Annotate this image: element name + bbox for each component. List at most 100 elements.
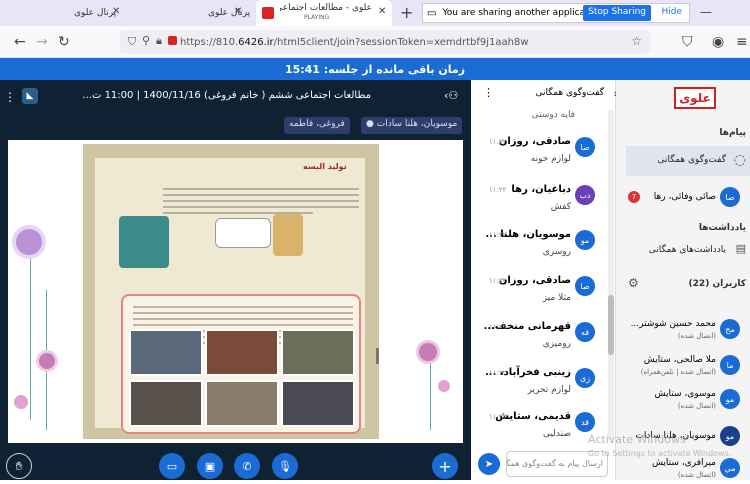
textbook-page: تولید البسه xyxy=(83,144,379,439)
chat-title: گفت‌وگوی همگانی xyxy=(535,88,604,98)
tab-title: پرتال علوی xyxy=(208,8,251,18)
slide-resize-handle[interactable] xyxy=(376,348,379,364)
avatar: ما xyxy=(720,355,740,375)
user-status: (اتصال شده) xyxy=(677,471,716,479)
browser-tab-bar: ✕ پرتال علوی ✕ پرتال علوی علوی - مطالعات… xyxy=(0,0,750,26)
user-name: ملا صالحی، ستایش xyxy=(643,355,716,365)
chat-message: صا صادقی، روزان ۱۱:۲۲ مثلا میز xyxy=(471,271,601,319)
screen-share-indicator-icon[interactable] xyxy=(168,36,177,45)
unread-badge: 7 xyxy=(628,191,640,203)
close-tab-icon[interactable]: ✕ xyxy=(378,6,386,17)
message-text: صندلیی xyxy=(542,429,571,439)
raise-hand-button[interactable]: ✋︎ xyxy=(6,453,32,479)
user-list-item[interactable]: ما ملا صالحی، ستایش (اتصال شده | تلفن‌هم… xyxy=(616,351,750,381)
menu-icon[interactable]: ≡ xyxy=(736,34,748,50)
microphone-button[interactable]: 🎙︎ xyxy=(272,453,298,479)
minimize-window-icon[interactable]: — xyxy=(700,5,712,19)
chat-message: قه قهرمانی منخف... ۱۱:۲۲ رومیزی xyxy=(471,317,601,365)
text-line xyxy=(163,200,359,202)
pocket-icon[interactable]: ⛉ xyxy=(682,34,693,50)
share-screen-button[interactable]: ▭ xyxy=(159,453,185,479)
avatar: زی xyxy=(575,368,595,388)
presentation-menu-icon[interactable]: ◣ xyxy=(22,88,38,104)
chat-scrollbar-thumb[interactable] xyxy=(608,295,614,355)
send-icon: ➤ xyxy=(484,458,494,470)
session-timer-text: زمان باقی مانده از جلسه: 15:41 xyxy=(284,62,466,76)
chat-header: ‹ گفت‌وگوی همگانی ⋮ xyxy=(471,80,618,106)
shared-notes-item[interactable]: ▤ یادداشت‌های همگانی xyxy=(626,218,750,255)
user-list-item[interactable]: مو موسویان، هلنا سادات xyxy=(616,422,750,452)
public-chat-label: گفت‌وگوی همگانی xyxy=(657,155,726,165)
message-time: ۱۱:۲۲ xyxy=(489,277,507,285)
avatar: قد xyxy=(575,412,595,432)
hide-notice-button[interactable]: Hide xyxy=(658,5,685,21)
public-chat-item[interactable]: ◌ گفت‌وگوی همگانی xyxy=(626,146,750,176)
private-chat-item[interactable]: صا صائی وفائی، رها 7 xyxy=(616,183,750,213)
avatar: صا xyxy=(575,137,595,157)
presenter-name: فروغی، فاطمه xyxy=(289,119,345,129)
reload-icon[interactable]: ↻ xyxy=(58,34,70,50)
plus-icon: + xyxy=(438,456,452,476)
flower-stem xyxy=(430,360,431,430)
text-line xyxy=(133,318,353,320)
tab-playing-label: PLAYING xyxy=(304,14,330,21)
avatar: مو xyxy=(720,426,740,446)
message-time: ۱۱:۲۲ xyxy=(489,186,507,194)
browser-tab[interactable]: ✕ پرتال علوی xyxy=(124,0,252,26)
lock-icon[interactable]: 🔒︎ xyxy=(156,34,162,48)
permissions-icon[interactable]: ⚲ xyxy=(142,34,150,47)
camera-off-icon: ▣ xyxy=(204,459,216,473)
private-chat-name: صائی وفائی، رها xyxy=(653,192,716,202)
camera-toggle-button[interactable]: ▣ xyxy=(197,453,223,479)
chat-message-input[interactable]: ارسال پیام به گفت‌وگوی همگانی xyxy=(506,451,608,477)
message-time: ۱۱:۲۲ xyxy=(489,231,507,239)
leave-audio-button[interactable]: ✆ xyxy=(234,453,260,479)
shield-icon[interactable]: ⛉ xyxy=(128,35,136,49)
user-list-item[interactable]: مو موسوی، ستایش (اتصال شده) xyxy=(616,385,750,415)
user-list-item[interactable]: مح محمد حسین شوشتر... (اتصال شده) xyxy=(616,315,750,345)
actions-plus-button[interactable]: + xyxy=(432,453,458,479)
browser-tab-active[interactable]: علوی - مطالعات اجتماعی شش... PLAYING ✕ xyxy=(256,0,392,26)
url-prefix: https://810. xyxy=(180,36,239,48)
speech-bubble xyxy=(215,218,271,248)
back-arrow-icon[interactable]: ← xyxy=(14,34,26,50)
tab-title: علوی - مطالعات اجتماعی شش... xyxy=(280,3,372,13)
send-message-button[interactable]: ➤ xyxy=(478,453,500,475)
users-toggle-icon[interactable]: ‹⚇ xyxy=(444,89,458,102)
address-bar[interactable]: ⛉ ⚲ 🔒︎ https://810. 6426.ir/html5client/j… xyxy=(120,30,650,54)
user-status: (اتصال شده | تلفن‌همراه) xyxy=(640,368,716,376)
message-text: لوازم تحریر xyxy=(527,385,571,395)
text-line xyxy=(163,194,359,196)
flower-decoration xyxy=(438,380,450,392)
presenter-chip[interactable]: موسویان، هلنا سادات ● xyxy=(361,117,463,134)
shared-notes-label: یادداشت‌های همگانی xyxy=(648,245,726,255)
bookmark-star-icon[interactable]: ☆ xyxy=(631,34,642,48)
user-name: میرافری، ستایش xyxy=(651,458,716,468)
site-favicon-icon xyxy=(262,7,274,19)
stop-sharing-button[interactable]: Stop Sharing xyxy=(583,5,651,21)
message-time: ۱۱:۲۲ xyxy=(489,413,507,421)
presenter-name: موسویان، هلنا سادات xyxy=(376,119,458,129)
forward-arrow-icon[interactable]: → xyxy=(36,34,48,50)
avatar: مح xyxy=(720,319,740,339)
new-tab-icon[interactable]: + xyxy=(400,3,413,22)
user-name: موسویان، هلنا سادات xyxy=(635,431,716,441)
user-name: محمد حسین شوشتر... xyxy=(630,319,716,329)
more-options-icon[interactable]: ⋮ xyxy=(4,90,16,104)
avatar: صا xyxy=(720,187,740,207)
browser-tab[interactable]: ✕ پرتال علوی xyxy=(4,0,122,26)
sender-name: دباغیان، رها xyxy=(511,184,571,195)
textbook-heading: تولید البسه xyxy=(303,162,347,171)
account-icon[interactable]: ◉ xyxy=(712,34,724,50)
users-settings-gear-icon[interactable]: ⚙ xyxy=(628,276,639,290)
text-line xyxy=(163,188,359,190)
notes-icon: ▤ xyxy=(735,242,746,255)
children-illustration xyxy=(273,214,303,256)
flower-decoration xyxy=(14,395,28,409)
chat-options-icon[interactable]: ⋮ xyxy=(483,86,494,99)
avatar: دب xyxy=(575,185,595,205)
avatar: مو xyxy=(575,230,595,250)
presenter-chip[interactable]: فروغی، فاطمه xyxy=(284,117,350,134)
tab-title: پرتال علوی xyxy=(74,8,117,18)
chat-scrollbar[interactable] xyxy=(608,110,614,440)
